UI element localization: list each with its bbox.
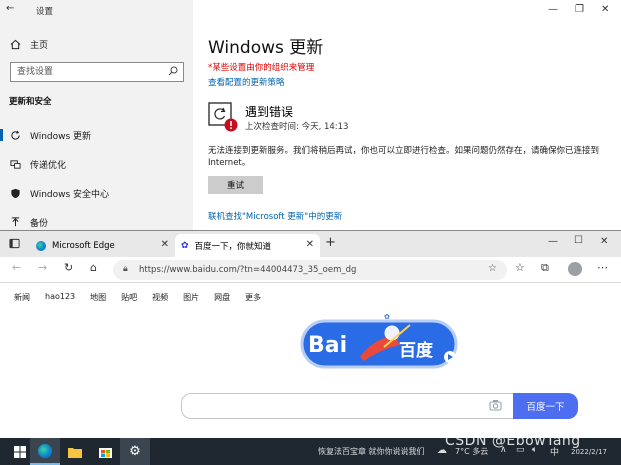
- close-button[interactable]: ✕: [600, 236, 608, 247]
- favorite-add-icon[interactable]: ☆: [488, 263, 497, 274]
- sidebar-item-security-center[interactable]: Windows 安全中心: [0, 182, 193, 204]
- forward-icon[interactable]: →: [38, 261, 47, 274]
- last-check-time: 上次检查时间: 今天, 14:13: [245, 122, 349, 132]
- address-bar[interactable]: 🔒︎ https://www.baidu.com/?tn=44004473_35…: [113, 260, 507, 280]
- collections-icon[interactable]: ⧉: [541, 261, 549, 275]
- baidu-logo-cn: 百度: [399, 341, 433, 361]
- nav-link[interactable]: 图片: [183, 292, 199, 303]
- managed-note: *某些设置由你的组织来管理: [208, 63, 315, 73]
- baidu-search-box[interactable]: [181, 393, 513, 419]
- store-icon[interactable]: [90, 438, 120, 465]
- tab-bar: Microsoft Edge ✕ ✿ 百度一下，你就知道 ✕ + — ☐ ✕: [0, 231, 621, 257]
- nav-link[interactable]: 网盘: [214, 292, 230, 303]
- sidebar-item-label: 备份: [30, 218, 49, 229]
- taskbar-notification-text[interactable]: 恢复法百宝章 就你你说说我们: [318, 446, 425, 457]
- nav-link[interactable]: hao123: [45, 292, 75, 303]
- settings-gear-icon[interactable]: ⚙: [120, 438, 150, 465]
- nav-link[interactable]: 视频: [152, 292, 168, 303]
- back-arrow-icon[interactable]: ←: [6, 3, 14, 14]
- clock-date[interactable]: 2022/2/17: [571, 448, 607, 456]
- baidu-logo[interactable]: ✿ Bai 百度: [300, 313, 460, 375]
- home-icon: [8, 39, 22, 50]
- sidebar-item-label: Windows 更新: [30, 131, 92, 142]
- baidu-search-button[interactable]: 百度一下: [513, 393, 578, 419]
- settings-search-input[interactable]: [11, 63, 161, 81]
- baidu-nav-links: 新闻 hao123 地图 贴吧 视频 图片 网盘 更多: [14, 292, 276, 303]
- close-button[interactable]: ✕: [601, 4, 609, 15]
- more-menu-icon[interactable]: ⋯: [597, 261, 608, 274]
- url-text: https://www.baidu.com/?tn=44004473_35_oe…: [139, 265, 357, 275]
- browser-toolbar: ← → ↻ ⌂ 🔒︎ https://www.baidu.com/?tn=440…: [0, 257, 621, 283]
- tab-baidu[interactable]: ✿ 百度一下，你就知道 ✕: [175, 234, 320, 257]
- watermark: CSDN @EbowTang: [445, 433, 581, 449]
- maximize-button[interactable]: ❐: [575, 4, 584, 15]
- minimize-button[interactable]: —: [548, 236, 558, 247]
- baidu-logo-text: Bai: [308, 333, 348, 358]
- sidebar-item-delivery-optimization[interactable]: 传递优化: [0, 153, 193, 175]
- update-error-icon: [208, 102, 238, 132]
- view-policy-link[interactable]: 查看配置的更新策略: [208, 76, 285, 88]
- tab-label: Microsoft Edge: [52, 240, 115, 251]
- favorites-icon[interactable]: ☆: [515, 261, 525, 274]
- nav-link[interactable]: 贴吧: [121, 292, 137, 303]
- file-explorer-icon[interactable]: [60, 438, 90, 465]
- baidu-paw-icon: ✿: [181, 240, 189, 251]
- settings-sidebar: ← 设置 主页 更新和安全 Windows 更新 传递优化: [0, 0, 193, 230]
- tab-label: 百度一下，你就知道: [194, 241, 272, 252]
- nav-link[interactable]: 地图: [90, 292, 106, 303]
- error-description: 无法连接到更新服务。我们将稍后再试，你也可以立即进行检查。如果问题仍然存在，请确…: [208, 146, 600, 168]
- back-icon[interactable]: ←: [12, 261, 21, 274]
- online-update-link[interactable]: 联机查找"Microsoft 更新"中的更新: [208, 210, 342, 222]
- sidebar-home-label: 主页: [30, 40, 49, 51]
- avatar[interactable]: [568, 262, 582, 276]
- taskbar-edge-icon[interactable]: [30, 438, 60, 465]
- maximize-button[interactable]: ☐: [574, 235, 583, 246]
- camera-icon[interactable]: [489, 399, 502, 414]
- svg-text:✿: ✿: [384, 313, 390, 321]
- sidebar-item-label: 传递优化: [30, 160, 67, 171]
- tab-microsoft-edge[interactable]: Microsoft Edge ✕: [30, 234, 175, 257]
- shield-icon: [8, 188, 22, 199]
- edge-icon: [36, 240, 46, 251]
- settings-window: ← 设置 主页 更新和安全 Windows 更新 传递优化: [0, 0, 621, 230]
- sidebar-home[interactable]: 主页: [0, 33, 193, 55]
- nav-link[interactable]: 更多: [245, 292, 261, 303]
- tab-close-icon[interactable]: ✕: [306, 239, 314, 250]
- refresh-icon[interactable]: ↻: [64, 261, 73, 274]
- settings-search[interactable]: [10, 62, 184, 82]
- window-title: 设置: [36, 7, 54, 17]
- delivery-icon: [8, 159, 22, 170]
- selection-indicator: [0, 129, 3, 141]
- nav-link[interactable]: 新闻: [14, 292, 30, 303]
- retry-button[interactable]: 重试: [208, 176, 263, 194]
- home-icon[interactable]: ⌂: [90, 261, 97, 274]
- new-tab-button[interactable]: +: [325, 235, 336, 250]
- edge-window: Microsoft Edge ✕ ✿ 百度一下，你就知道 ✕ + — ☐ ✕ ←…: [0, 230, 621, 438]
- page-title: Windows 更新: [208, 38, 324, 58]
- sidebar-item-label: Windows 安全中心: [30, 189, 110, 200]
- lock-icon[interactable]: 🔒︎: [123, 264, 128, 274]
- minimize-button[interactable]: —: [548, 4, 558, 15]
- backup-icon: [8, 216, 22, 228]
- section-heading: 更新和安全: [9, 97, 52, 107]
- tab-actions-icon[interactable]: [9, 238, 20, 252]
- search-icon[interactable]: [168, 66, 178, 79]
- sidebar-item-windows-update[interactable]: Windows 更新: [0, 124, 193, 146]
- refresh-icon: [8, 130, 22, 141]
- error-title: 遇到错误: [245, 105, 294, 119]
- tab-close-icon[interactable]: ✕: [161, 239, 169, 250]
